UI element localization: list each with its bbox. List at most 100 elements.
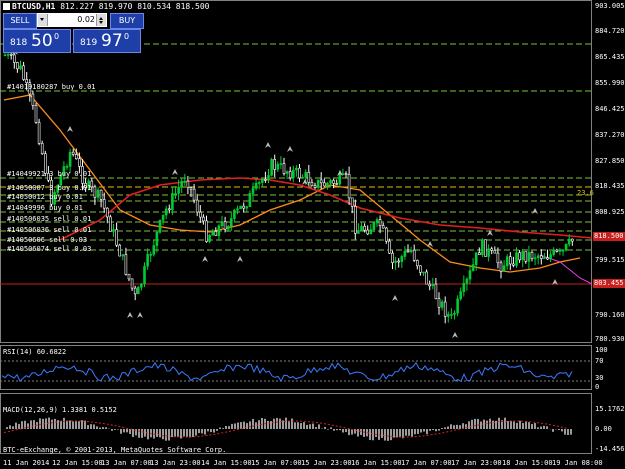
order-label[interactable]: #14050606 sell 0.03 — [7, 236, 87, 244]
sell-price-fraction: 0 — [54, 32, 60, 41]
candle-body — [133, 287, 137, 295]
price-axis-label: 865.435 — [595, 53, 625, 61]
candle-body — [350, 197, 354, 207]
fractal-arrow-icon — [452, 332, 458, 338]
chart-canvas[interactable] — [0, 0, 625, 469]
lot-size-value[interactable]: 0.02 — [77, 13, 95, 27]
rsi-indicator — [0, 360, 591, 383]
chart-header: BTCUSD,H1 812.227 819.970 810.534 818.50… — [3, 2, 210, 11]
candle-body — [527, 252, 531, 262]
bid-price-box: 818.500 — [593, 232, 625, 241]
candle-body — [186, 180, 190, 188]
fractal-arrow-icon — [237, 256, 243, 262]
order-label[interactable]: #14019180287 buy 0.01 — [7, 83, 96, 91]
candle-body — [291, 169, 295, 179]
candle-body — [552, 249, 556, 255]
candle-body — [564, 243, 568, 251]
candle-body — [251, 188, 255, 194]
lot-decrease-icon[interactable] — [38, 14, 48, 26]
candle-body — [381, 225, 385, 229]
order-label[interactable]: #14049921 3 buy 0.01 — [7, 170, 91, 178]
candle-body — [202, 216, 205, 222]
macd-label: MACD(12,26,9) 1.3381 0.5152 — [3, 406, 117, 414]
fractal-arrow-icon — [392, 295, 398, 301]
candle-body — [543, 257, 546, 259]
candle-body — [344, 173, 348, 175]
candle-body — [31, 93, 35, 106]
rsi-frame — [0, 345, 592, 390]
sell-price-button[interactable]: 818 50 0 — [3, 29, 71, 53]
candle-body — [233, 209, 236, 219]
candle-body — [195, 199, 199, 213]
time-axis-label: 16 Jan 15:00 — [351, 459, 402, 467]
time-axis-label: 11 Jan 2014 — [3, 459, 50, 467]
candle-body — [205, 220, 208, 242]
rsi-axis-label: 0 — [595, 383, 600, 391]
candle-body — [264, 179, 267, 181]
order-label[interactable]: #140506035 sell 0.01 — [7, 215, 91, 223]
candle-body — [446, 314, 450, 317]
candle-body — [239, 205, 242, 210]
candle-body — [121, 254, 125, 257]
candle-body — [112, 229, 115, 232]
candle-body — [533, 257, 537, 260]
candle-body — [502, 265, 506, 272]
fractal-arrow-icon — [532, 208, 538, 214]
candle-body — [270, 159, 273, 176]
time-axis-label: 12 Jan 15:00 — [52, 459, 103, 467]
candle-body — [130, 278, 134, 289]
candle-body — [217, 225, 221, 236]
candle-body — [450, 314, 453, 316]
candle-body — [360, 225, 363, 231]
candle-body — [310, 182, 314, 186]
candle-body — [211, 231, 214, 236]
candle-body — [127, 274, 131, 280]
candle-body — [431, 283, 435, 287]
candle-body — [481, 239, 484, 255]
candle-body — [208, 235, 211, 242]
lot-size-field[interactable]: 0.02 — [37, 13, 107, 27]
candle-body — [171, 193, 174, 211]
candle-body — [316, 179, 320, 188]
candle-body — [536, 255, 540, 259]
buy-price-button[interactable]: 819 97 0 — [73, 29, 141, 53]
candle-body — [226, 226, 230, 230]
order-label[interactable]: #140506036 sell 0.01 — [7, 226, 91, 234]
rsi-axis-label: 70 — [595, 357, 604, 365]
time-axis-label: 13 Jan 07:00 — [101, 459, 152, 467]
order-label[interactable]: #14050007 3 buy 0.01 — [7, 184, 91, 192]
time-axis-label: 19 Jan 08:00 — [552, 459, 603, 467]
candle-body — [168, 208, 171, 211]
candle-body — [512, 263, 515, 266]
lot-spinner-icon[interactable] — [96, 14, 106, 26]
price-axis-label: 799.515 — [595, 256, 625, 264]
candle-body — [19, 65, 22, 70]
order-label[interactable]: #14050012 buy 0.01 — [7, 193, 83, 201]
candle-body — [453, 312, 456, 315]
candle-body — [400, 256, 404, 262]
candle-body — [397, 260, 401, 263]
candle-body — [189, 187, 193, 190]
price-axis-label: 827.850 — [595, 157, 625, 165]
candle-body — [487, 248, 490, 257]
candle-body — [471, 264, 475, 271]
candle-body — [561, 249, 565, 252]
candle-body — [282, 163, 286, 174]
candle-body — [366, 229, 370, 235]
candle-body — [257, 182, 261, 184]
candle-body — [183, 180, 187, 183]
candle-body — [124, 254, 128, 275]
candle-body — [428, 283, 432, 287]
candle-body — [248, 193, 252, 207]
candle-body — [570, 238, 574, 242]
order-label[interactable]: #14049996 buy 0.01 — [7, 204, 83, 212]
candle-body — [16, 62, 19, 70]
price-axis-label: 903.005 — [595, 2, 625, 10]
candle-body — [322, 182, 326, 187]
buy-button[interactable]: BUY — [110, 13, 144, 29]
order-label[interactable]: #140506074 sell 0.03 — [7, 245, 91, 253]
stop-price-box: 803.455 — [593, 279, 625, 288]
sell-button[interactable]: SELL — [3, 13, 37, 29]
candle-body — [477, 252, 481, 255]
candle-body — [177, 187, 180, 194]
